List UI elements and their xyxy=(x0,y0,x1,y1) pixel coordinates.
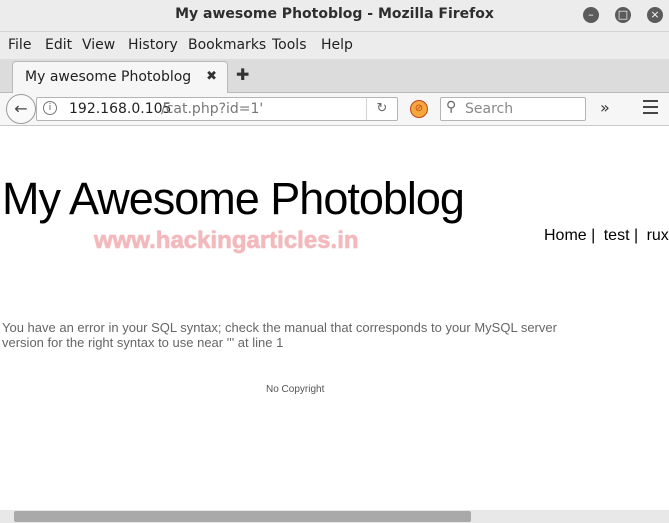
search-input[interactable]: ⚲ Search xyxy=(440,97,586,121)
addon-block-icon[interactable]: ⊘ xyxy=(410,100,428,118)
scrollbar-thumb[interactable] xyxy=(14,511,471,522)
horizontal-scrollbar[interactable] xyxy=(0,510,669,523)
close-window-button[interactable]: × xyxy=(647,7,663,23)
maximize-button[interactable]: □ xyxy=(615,7,631,23)
watermark-text: www.hackingarticles.in xyxy=(94,227,359,254)
tab-photoblog[interactable]: My awesome Photoblog ✖ xyxy=(12,61,228,93)
site-nav: Home | test | ruxcon xyxy=(544,227,669,245)
info-icon[interactable]: i xyxy=(43,101,57,115)
menu-file[interactable]: File xyxy=(8,37,31,53)
nav-ruxcon-link[interactable]: ruxcon xyxy=(647,227,669,244)
reload-icon[interactable]: ↻ xyxy=(366,98,397,120)
back-button[interactable]: ← xyxy=(6,94,36,124)
sql-error-message: You have an error in your SQL syntax; ch… xyxy=(2,320,557,350)
menu-view[interactable]: View xyxy=(82,37,115,53)
menu-bookmarks[interactable]: Bookmarks xyxy=(188,37,266,53)
hamburger-menu-icon[interactable] xyxy=(643,100,658,114)
nav-home-link[interactable]: Home | xyxy=(544,227,595,244)
url-bar[interactable]: i 192.168.0.105 /cat.php?id=1' ↻ xyxy=(36,97,398,121)
url-host: 192.168.0.105 xyxy=(69,101,172,117)
url-path: /cat.php?id=1' xyxy=(161,101,264,117)
menu-bar: File Edit View History Bookmarks Tools H… xyxy=(0,32,669,59)
menu-help[interactable]: Help xyxy=(321,37,353,53)
new-tab-icon[interactable]: ✚ xyxy=(236,65,249,84)
page-content: My Awesome Photoblog www.hackingarticles… xyxy=(0,126,669,510)
menu-history[interactable]: History xyxy=(128,37,178,53)
tab-label: My awesome Photoblog xyxy=(25,69,192,85)
window-titlebar: My awesome Photoblog - Mozilla Firefox –… xyxy=(0,0,669,32)
close-tab-icon[interactable]: ✖ xyxy=(206,69,217,84)
site-title: My Awesome Photoblog xyxy=(2,173,465,224)
overflow-chevron-icon[interactable]: » xyxy=(600,98,610,117)
footer-text: No Copyright xyxy=(266,384,325,395)
search-placeholder: Search xyxy=(465,101,514,117)
menu-tools[interactable]: Tools xyxy=(272,37,307,53)
menu-edit[interactable]: Edit xyxy=(45,37,72,53)
minimize-button[interactable]: – xyxy=(583,7,599,23)
tab-bar: My awesome Photoblog ✖ ✚ xyxy=(0,59,669,93)
navigation-toolbar: ← i 192.168.0.105 /cat.php?id=1' ↻ ⊘ ⚲ S… xyxy=(0,93,669,126)
window-title: My awesome Photoblog - Mozilla Firefox xyxy=(175,6,494,22)
search-icon: ⚲ xyxy=(446,99,457,115)
nav-test-link[interactable]: test | xyxy=(604,227,638,244)
